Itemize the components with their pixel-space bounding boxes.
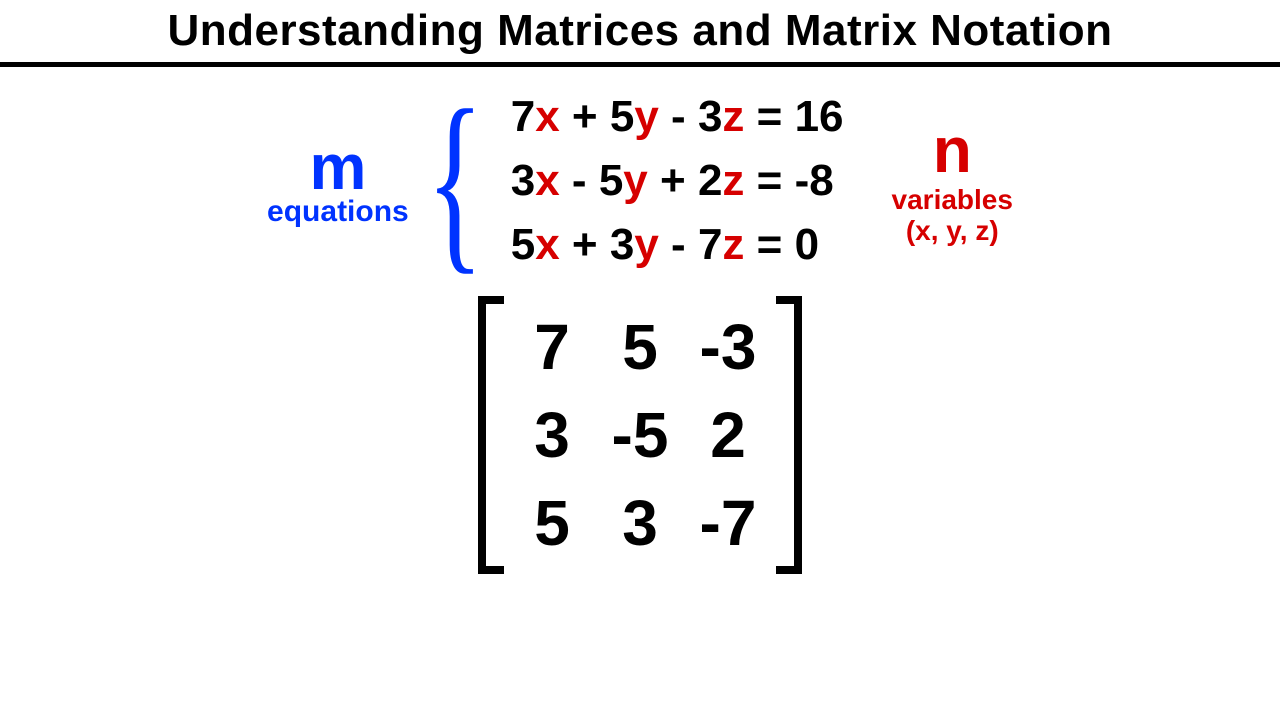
matrix-cell: 5	[522, 486, 582, 560]
matrix-cell: -5	[610, 398, 670, 472]
n-letter: n	[892, 115, 1013, 185]
matrix-cell: 3	[522, 398, 582, 472]
title-divider	[0, 62, 1280, 67]
equation-row: 7x + 5y - 3z = 16	[511, 85, 844, 149]
matrix-grid: 7 5 -3 3 -5 2 5 3 -7	[504, 296, 776, 574]
n-variables-label: n variables (x, y, z)	[892, 115, 1013, 247]
equation-row: 5x + 3y - 7z = 0	[511, 213, 844, 277]
bracket-left-icon	[478, 296, 504, 574]
matrix-cell: 7	[522, 310, 582, 384]
matrix-cell: -7	[698, 486, 758, 560]
matrix-cell: 3	[610, 486, 670, 560]
n-subtitle-vars: (x, y, z)	[892, 216, 1013, 247]
equation-list: 7x + 5y - 3z = 16 3x - 5y + 2z = -8 5x +…	[511, 85, 844, 276]
equation-system: m equations { 7x + 5y - 3z = 16 3x - 5y …	[0, 85, 1280, 276]
curly-brace-icon: {	[426, 101, 484, 261]
m-letter: m	[267, 135, 409, 199]
matrix-cell: 5	[610, 310, 670, 384]
m-equations-label: m equations	[267, 135, 409, 227]
page-title: Understanding Matrices and Matrix Notati…	[0, 0, 1280, 56]
equation-row: 3x - 5y + 2z = -8	[511, 149, 844, 213]
matrix-cell: 2	[698, 398, 758, 472]
n-subtitle: variables	[892, 185, 1013, 216]
matrix-cell: -3	[698, 310, 758, 384]
bracket-right-icon	[776, 296, 802, 574]
coefficient-matrix: 7 5 -3 3 -5 2 5 3 -7	[0, 296, 1280, 574]
m-subtitle: equations	[267, 197, 409, 227]
